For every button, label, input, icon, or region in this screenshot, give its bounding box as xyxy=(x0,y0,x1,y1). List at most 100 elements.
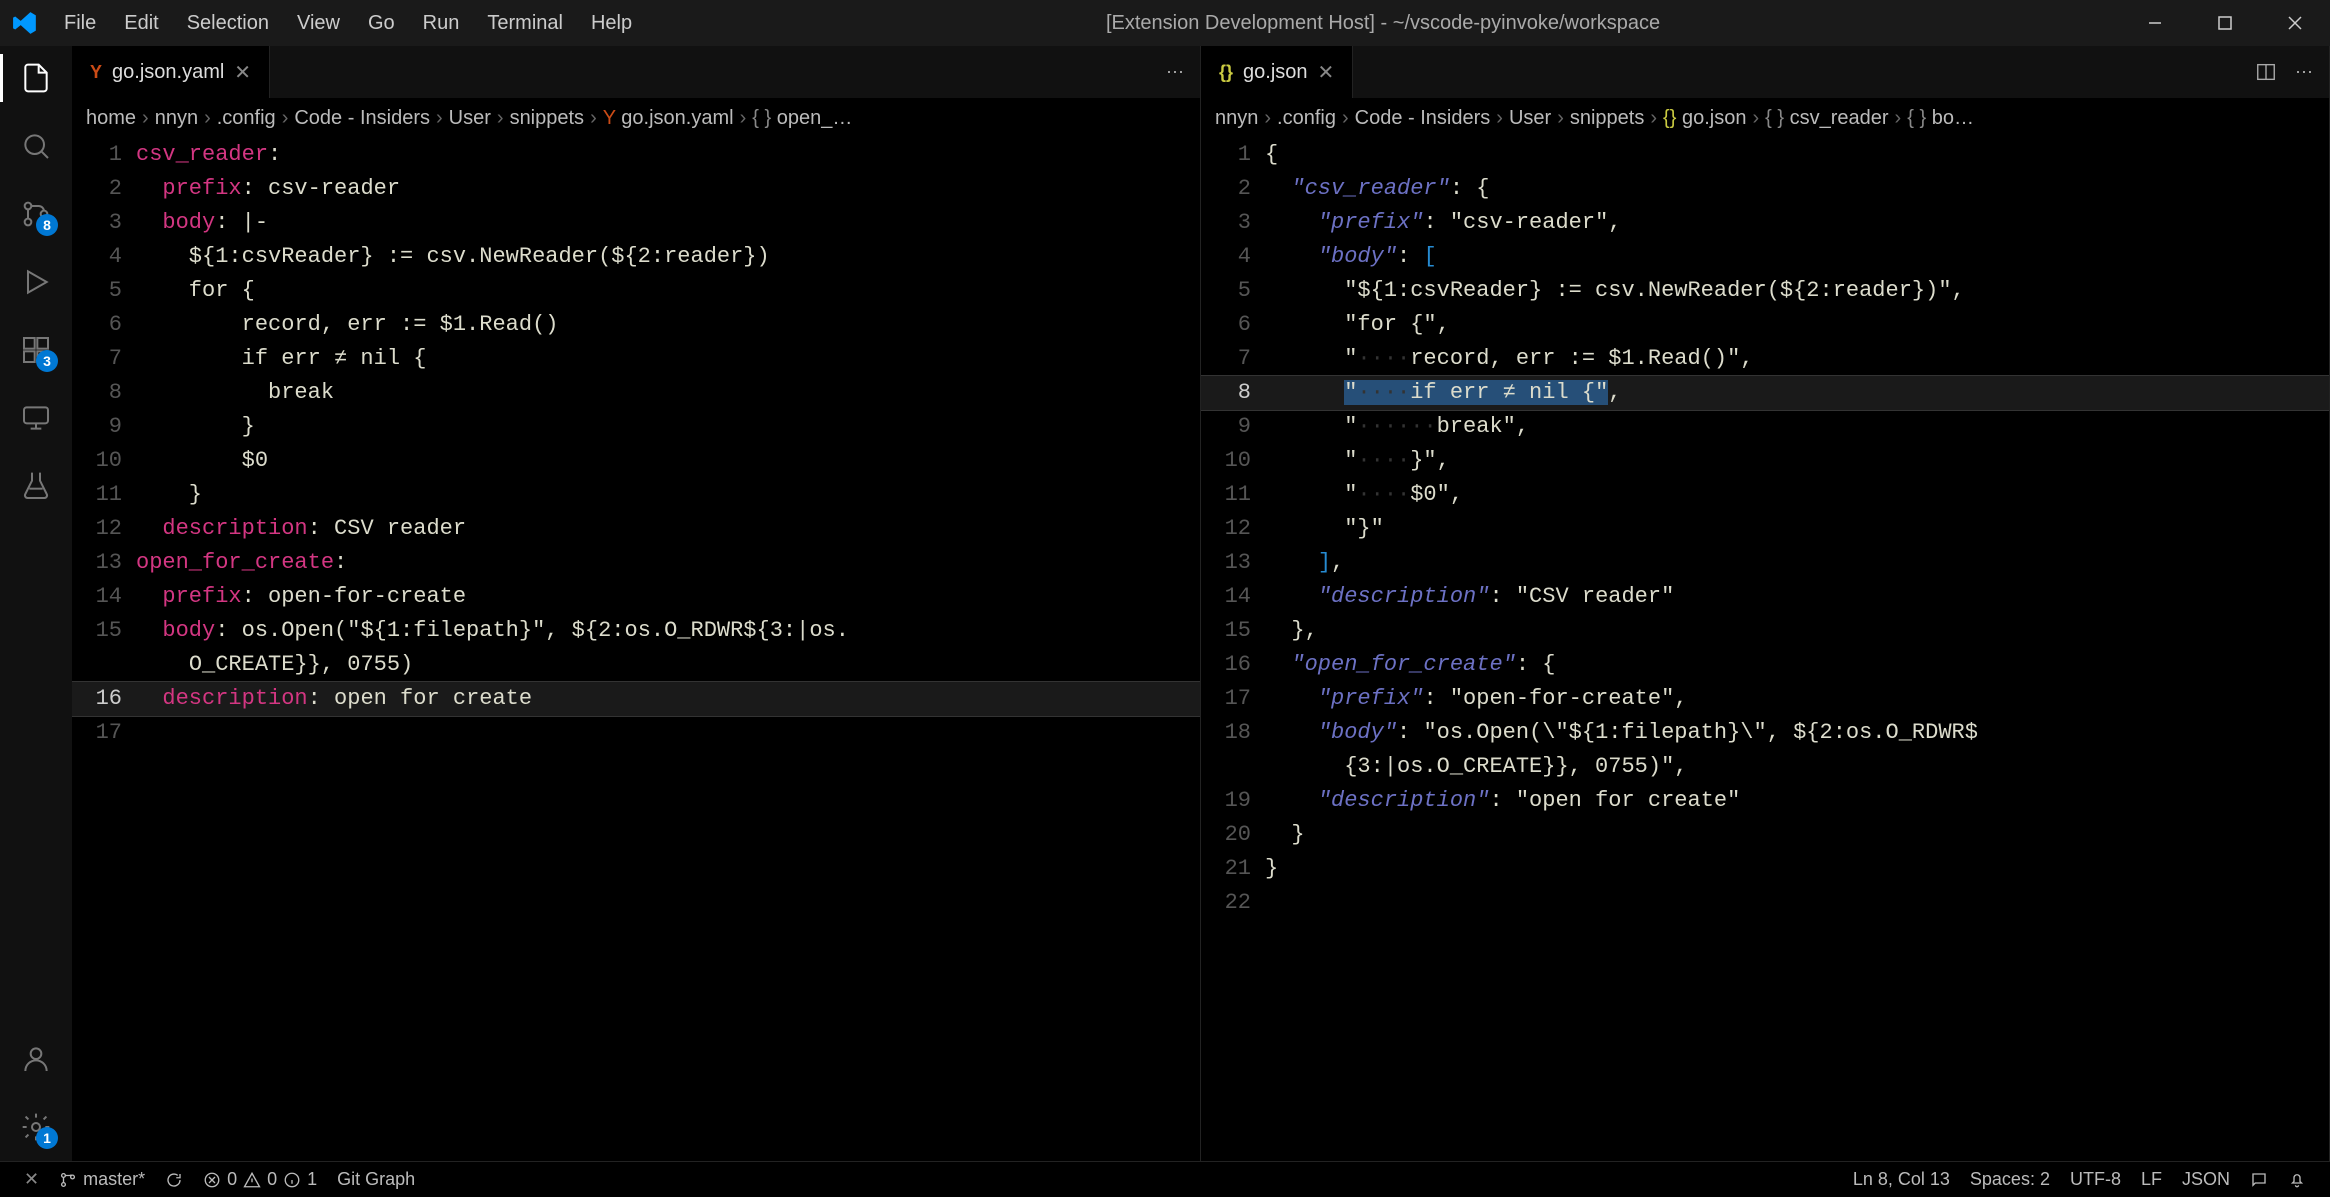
code-line[interactable]: 15 body: os.Open("${1:filepath}", ${2:os… xyxy=(72,614,1200,648)
code-line[interactable]: 3 body: |- xyxy=(72,206,1200,240)
code-content[interactable]: ], xyxy=(1265,546,2329,580)
menu-run[interactable]: Run xyxy=(409,0,474,46)
breadcrumb-segment[interactable]: snippets xyxy=(510,107,585,130)
more-actions-icon[interactable]: ⋯ xyxy=(1166,62,1184,83)
code-content[interactable]: record, err := $1.Read() xyxy=(136,308,1200,342)
cursor-position-status[interactable]: Ln 8, Col 13 xyxy=(1843,1169,1960,1190)
code-content[interactable]: break xyxy=(136,376,1200,410)
notifications-icon[interactable] xyxy=(2278,1169,2316,1190)
code-line[interactable]: 8 "····if err ≠ nil {", xyxy=(1201,376,2329,410)
code-line[interactable]: 20 } xyxy=(1201,818,2329,852)
breadcrumb-segment[interactable]: .config xyxy=(1277,107,1336,130)
breadcrumb-segment[interactable]: { } csv_reader xyxy=(1765,107,1888,130)
code-line[interactable]: 11 } xyxy=(72,478,1200,512)
code-content[interactable]: "description": "open for create" xyxy=(1265,784,2329,818)
breadcrumb-segment[interactable]: Code - Insiders xyxy=(294,107,430,130)
code-line[interactable]: 10 $0 xyxy=(72,444,1200,478)
code-content[interactable]: prefix: open-for-create xyxy=(136,580,1200,614)
code-line[interactable]: 2 prefix: csv-reader xyxy=(72,172,1200,206)
code-content[interactable]: description: open for create xyxy=(136,682,1200,716)
breadcrumb-segment[interactable]: Y go.json.yaml xyxy=(603,107,734,130)
run-debug-tab-icon[interactable] xyxy=(16,262,56,302)
code-line[interactable]: 21} xyxy=(1201,852,2329,886)
explorer-tab-icon[interactable] xyxy=(16,58,56,98)
code-content[interactable]: } xyxy=(136,478,1200,512)
testing-tab-icon[interactable] xyxy=(16,466,56,506)
tab-go-json-yaml[interactable]: Y go.json.yaml ✕ xyxy=(72,46,270,98)
settings-tab-icon[interactable]: 1 xyxy=(16,1107,56,1147)
code-line[interactable]: 13open_for_create: xyxy=(72,546,1200,580)
code-content[interactable]: "description": "CSV reader" xyxy=(1265,580,2329,614)
code-line[interactable]: 14 prefix: open-for-create xyxy=(72,580,1200,614)
code-content[interactable]: open_for_create: xyxy=(136,546,1200,580)
breadcrumb-segment[interactable]: { } open_… xyxy=(752,107,852,130)
code-content[interactable]: body: os.Open("${1:filepath}", ${2:os.O_… xyxy=(136,614,1200,648)
code-content[interactable]: {3:|os.O_CREATE}}, 0755)", xyxy=(1265,750,2329,784)
code-line[interactable]: O_CREATE}}, 0755) xyxy=(72,648,1200,682)
code-content[interactable]: { xyxy=(1265,138,2329,172)
code-line[interactable]: 2 "csv_reader": { xyxy=(1201,172,2329,206)
code-editor-left[interactable]: 1csv_reader:2 prefix: csv-reader3 body: … xyxy=(72,138,1200,1161)
breadcrumb-segment[interactable]: snippets xyxy=(1570,107,1645,130)
code-line[interactable]: 9 } xyxy=(72,410,1200,444)
code-line[interactable]: 15 }, xyxy=(1201,614,2329,648)
code-line[interactable]: 13 ], xyxy=(1201,546,2329,580)
indentation-status[interactable]: Spaces: 2 xyxy=(1960,1169,2060,1190)
code-line[interactable]: 6 "for {", xyxy=(1201,308,2329,342)
code-content[interactable]: "for {", xyxy=(1265,308,2329,342)
code-line[interactable]: 18 "body": "os.Open(\"${1:filepath}\", $… xyxy=(1201,716,2329,750)
code-content[interactable]: "····}", xyxy=(1265,444,2329,478)
code-content[interactable]: "····record, err := $1.Read()", xyxy=(1265,342,2329,376)
split-editor-icon[interactable] xyxy=(2255,61,2277,83)
close-tab-icon[interactable]: ✕ xyxy=(234,60,251,85)
code-content[interactable]: "prefix": "csv-reader", xyxy=(1265,206,2329,240)
menu-terminal[interactable]: Terminal xyxy=(473,0,577,46)
code-content[interactable]: for { xyxy=(136,274,1200,308)
code-line[interactable]: 7 "····record, err := $1.Read()", xyxy=(1201,342,2329,376)
maximize-button[interactable] xyxy=(2190,0,2260,46)
code-line[interactable]: 4 "body": [ xyxy=(1201,240,2329,274)
code-line[interactable]: 11 "····$0", xyxy=(1201,478,2329,512)
code-line[interactable]: 10 "····}", xyxy=(1201,444,2329,478)
code-line[interactable]: 17 "prefix": "open-for-create", xyxy=(1201,682,2329,716)
code-line[interactable]: {3:|os.O_CREATE}}, 0755)", xyxy=(1201,750,2329,784)
code-line[interactable]: 5 for { xyxy=(72,274,1200,308)
code-content[interactable]: "····if err ≠ nil {", xyxy=(1265,376,2329,410)
tab-go-json[interactable]: {} go.json ✕ xyxy=(1201,46,1353,98)
code-line[interactable]: 3 "prefix": "csv-reader", xyxy=(1201,206,2329,240)
code-line[interactable]: 19 "description": "open for create" xyxy=(1201,784,2329,818)
code-content[interactable]: "······break", xyxy=(1265,410,2329,444)
code-content[interactable]: ${1:csvReader} := csv.NewReader(${2:read… xyxy=(136,240,1200,274)
code-content[interactable]: "prefix": "open-for-create", xyxy=(1265,682,2329,716)
feedback-icon[interactable] xyxy=(2240,1169,2278,1190)
code-line[interactable]: 5 "${1:csvReader} := csv.NewReader(${2:r… xyxy=(1201,274,2329,308)
code-content[interactable]: $0 xyxy=(136,444,1200,478)
code-line[interactable]: 12 "}" xyxy=(1201,512,2329,546)
code-content[interactable]: "}" xyxy=(1265,512,2329,546)
breadcrumb-segment[interactable]: home xyxy=(86,107,136,130)
code-content[interactable]: O_CREATE}}, 0755) xyxy=(136,648,1200,682)
code-content[interactable]: "${1:csvReader} := csv.NewReader(${2:rea… xyxy=(1265,274,2329,308)
code-line[interactable]: 1{ xyxy=(1201,138,2329,172)
code-line[interactable]: 12 description: CSV reader xyxy=(72,512,1200,546)
minimize-button[interactable] xyxy=(2120,0,2190,46)
code-content[interactable]: body: |- xyxy=(136,206,1200,240)
menu-selection[interactable]: Selection xyxy=(173,0,283,46)
code-content[interactable]: csv_reader: xyxy=(136,138,1200,172)
code-content[interactable]: "body": [ xyxy=(1265,240,2329,274)
code-line[interactable]: 17 xyxy=(72,716,1200,750)
code-content[interactable]: } xyxy=(1265,852,2329,886)
code-line[interactable]: 16 description: open for create xyxy=(72,682,1200,716)
breadcrumb-right[interactable]: nnyn›.config›Code - Insiders›User›snippe… xyxy=(1201,98,2329,138)
code-content[interactable]: description: CSV reader xyxy=(136,512,1200,546)
remote-tab-icon[interactable] xyxy=(16,398,56,438)
source-control-tab-icon[interactable]: 8 xyxy=(16,194,56,234)
problems-status[interactable]: 0 0 1 xyxy=(193,1169,327,1190)
breadcrumb-segment[interactable]: {} go.json xyxy=(1663,107,1746,130)
close-tab-icon[interactable]: ✕ xyxy=(1318,60,1335,85)
encoding-status[interactable]: UTF-8 xyxy=(2060,1169,2131,1190)
breadcrumb-segment[interactable]: .config xyxy=(217,107,276,130)
code-line[interactable]: 9 "······break", xyxy=(1201,410,2329,444)
accounts-tab-icon[interactable] xyxy=(16,1039,56,1079)
code-content[interactable]: prefix: csv-reader xyxy=(136,172,1200,206)
